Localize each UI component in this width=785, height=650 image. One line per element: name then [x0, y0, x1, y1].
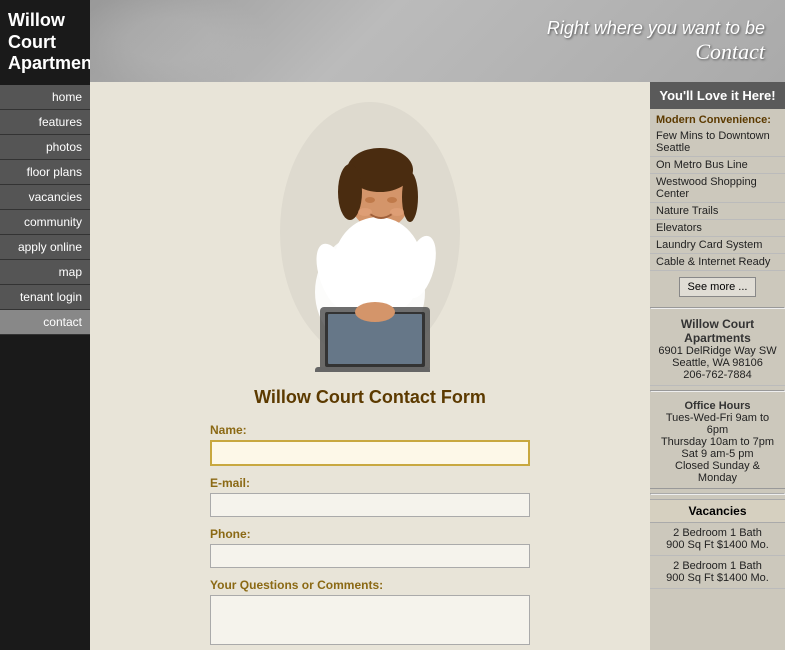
phone-input[interactable] — [210, 544, 530, 568]
email-input[interactable] — [210, 493, 530, 517]
header-title: Contact — [547, 39, 765, 65]
page-header: Right where you want to be Contact — [90, 0, 785, 82]
vacancies-header: Vacancies — [650, 499, 785, 523]
center-content: Willow Court Contact Form Name: E-mail: … — [90, 82, 650, 650]
amenity-item: Elevators — [650, 220, 785, 237]
name-input[interactable] — [210, 440, 530, 466]
vacancy-item: 2 Bedroom 1 Bath900 Sq Ft $1400 Mo. — [650, 556, 785, 589]
divider — [650, 307, 785, 309]
amenity-item: Cable & Internet Ready — [650, 254, 785, 271]
email-label: E-mail: — [210, 476, 530, 490]
love-header: You'll Love it Here! — [650, 82, 785, 109]
nav-item-apply-online[interactable]: apply online — [0, 235, 90, 260]
person-illustration — [270, 92, 470, 372]
sidebar: Willow Court Apartments homefeaturesphot… — [0, 0, 90, 650]
nav-item-vacancies[interactable]: vacancies — [0, 185, 90, 210]
form-title: Willow Court Contact Form — [254, 387, 486, 408]
nav-item-floor-plans[interactable]: floor plans — [0, 160, 90, 185]
main-content: Right where you want to be Contact — [90, 0, 785, 650]
nav-item-map[interactable]: map — [0, 260, 90, 285]
logo: Willow Court Apartments — [0, 0, 90, 85]
content-row: Willow Court Contact Form Name: E-mail: … — [90, 82, 785, 650]
comments-label: Your Questions or Comments: — [210, 578, 530, 592]
name-label: Name: — [210, 423, 530, 437]
nav-item-features[interactable]: features — [0, 110, 90, 135]
vacancy-item: 2 Bedroom 1 Bath900 Sq Ft $1400 Mo. — [650, 523, 785, 556]
amenity-item: Laundry Card System — [650, 237, 785, 254]
nav-item-home[interactable]: home — [0, 85, 90, 110]
amenity-item: Westwood Shopping Center — [650, 174, 785, 203]
street: 6901 DelRidge Way SW — [658, 345, 776, 357]
office-hours-text: Tues-Wed-Fri 9am to 6pmThursday 10am to … — [661, 412, 774, 484]
amenities-list: Few Mins to Downtown SeattleOn Metro Bus… — [650, 128, 785, 271]
amenity-item: On Metro Bus Line — [650, 157, 785, 174]
see-more-button[interactable]: See more ... — [679, 277, 757, 297]
modern-convenience-label: Modern Convenience: — [650, 109, 785, 128]
vacancies-list: 2 Bedroom 1 Bath900 Sq Ft $1400 Mo.2 Bed… — [650, 523, 785, 589]
person-svg — [270, 92, 470, 372]
nav-item-tenant-login[interactable]: tenant login — [0, 285, 90, 310]
divider3 — [650, 493, 785, 495]
address-block: Willow Court Apartments 6901 DelRidge Wa… — [650, 313, 785, 386]
divider2 — [650, 390, 785, 392]
header-text: Right where you want to be Contact — [547, 18, 765, 65]
amenity-item: Few Mins to Downtown Seattle — [650, 128, 785, 157]
header-tagline: Right where you want to be — [547, 18, 765, 39]
apt-name: Willow Court Apartments — [681, 317, 754, 345]
office-hours-label: Office Hours — [684, 400, 750, 412]
amenity-item: Nature Trails — [650, 203, 785, 220]
phone-label: Phone: — [210, 527, 530, 541]
phone: 206-762-7884 — [683, 369, 752, 381]
comments-textarea[interactable] — [210, 595, 530, 645]
nav-item-photos[interactable]: photos — [0, 135, 90, 160]
nav-item-contact[interactable]: contact — [0, 310, 90, 335]
nav-item-community[interactable]: community — [0, 210, 90, 235]
city: Seattle, WA 98106 — [672, 357, 763, 369]
nav-menu: homefeaturesphotosfloor plansvacanciesco… — [0, 85, 90, 335]
right-sidebar: You'll Love it Here! Modern Convenience:… — [650, 82, 785, 650]
contact-form: Name: E-mail: Phone: Your Questions or C… — [200, 423, 540, 650]
office-hours-block: Office Hours Tues-Wed-Fri 9am to 6pmThur… — [650, 396, 785, 489]
